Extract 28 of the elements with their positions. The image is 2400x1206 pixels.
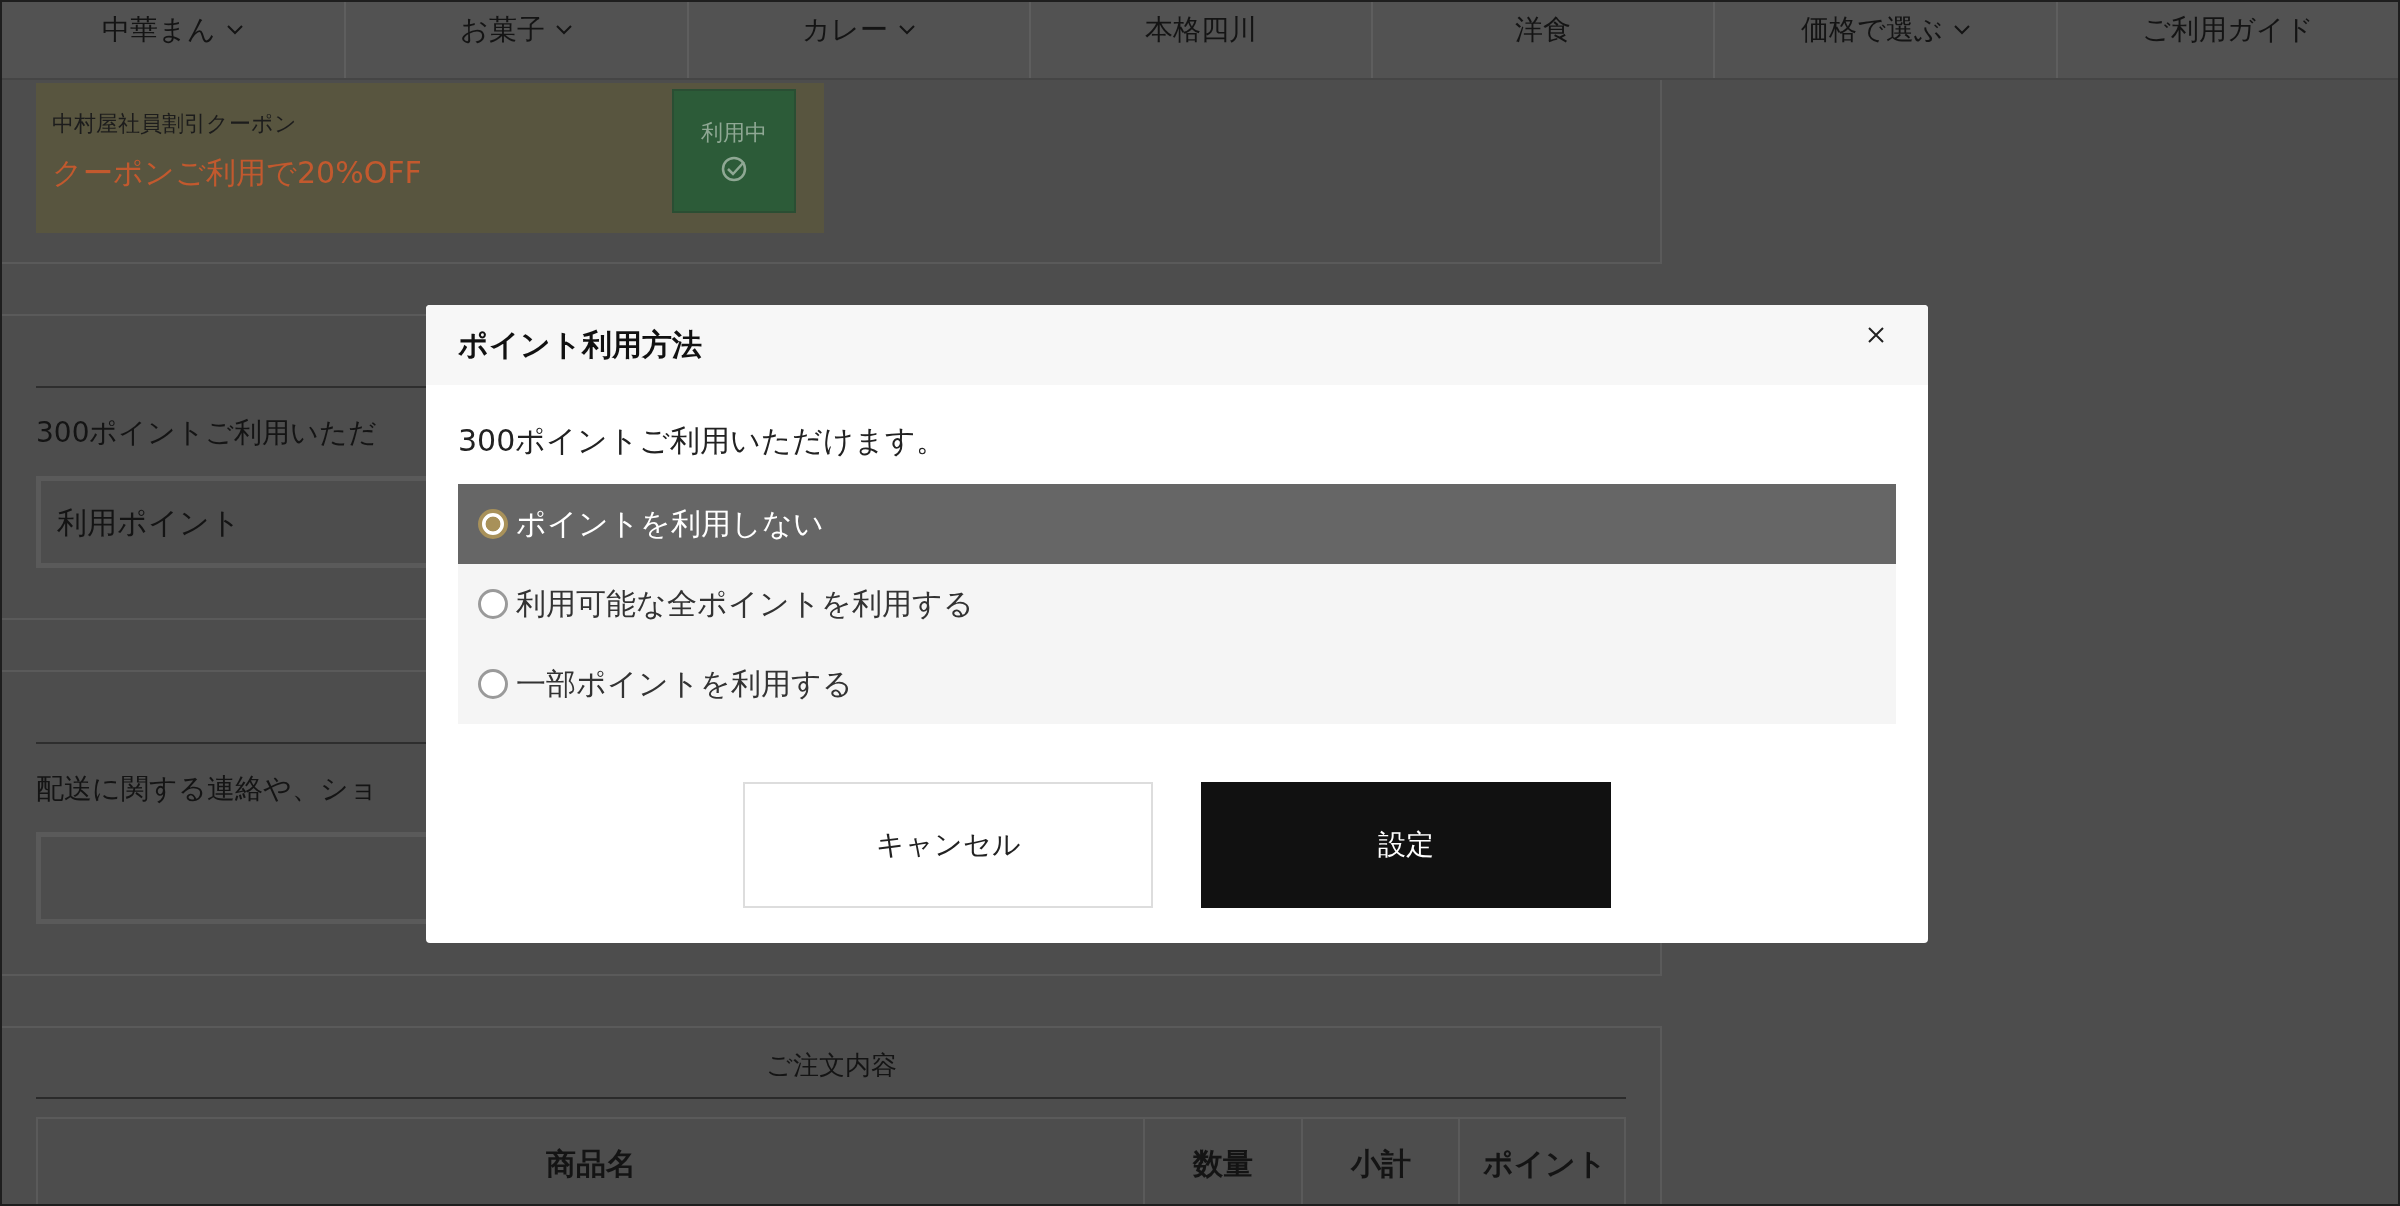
column-header: 商品名 bbox=[544, 1144, 637, 1183]
nav-link[interactable]: ご利用ガイド bbox=[2055, 2, 2398, 78]
nav-link[interactable]: カレー bbox=[686, 2, 1029, 78]
radio-icon bbox=[478, 509, 508, 539]
column-header: ポイント bbox=[1458, 1119, 1630, 1204]
message-note: 配送に関する連絡や、ショ bbox=[36, 771, 378, 807]
nav-link[interactable]: 中華まん bbox=[2, 2, 345, 78]
radio-option[interactable]: 利用可能な全ポイントを利用する bbox=[458, 564, 1896, 644]
dialog-title: ポイント利用方法 bbox=[458, 325, 702, 364]
coupon-name: 中村屋社員割引クーポン bbox=[52, 110, 298, 138]
radio-icon bbox=[478, 669, 508, 699]
column-header: 数量 bbox=[1143, 1119, 1301, 1204]
nav-link[interactable]: 価格で選ぶ bbox=[1713, 2, 2056, 78]
column-header: 小計 bbox=[1301, 1119, 1458, 1204]
confirm-button[interactable]: 設定 bbox=[1201, 782, 1611, 908]
points-note: 300ポイントご利用いただ bbox=[36, 415, 378, 451]
radio-option[interactable]: 一部ポイントを利用する bbox=[458, 644, 1896, 724]
order-title: ご注文内容 bbox=[764, 1049, 898, 1082]
radio-icon bbox=[478, 589, 508, 619]
nav-link[interactable]: お菓子 bbox=[344, 2, 687, 78]
coupon-applied-button[interactable]: 利用中 bbox=[672, 89, 796, 213]
nav-link[interactable]: 洋食 bbox=[1371, 2, 1714, 78]
cancel-button[interactable]: キャンセル bbox=[743, 782, 1153, 908]
coupon-offer: クーポンご利用で20%OFF bbox=[52, 154, 422, 192]
nav-link[interactable]: 本格四川 bbox=[1028, 2, 1372, 78]
radio-option[interactable]: ポイントを利用しない bbox=[458, 484, 1896, 564]
dialog-message: 300ポイントご利用いただけます。 bbox=[458, 422, 948, 460]
close-icon bbox=[1866, 325, 1886, 345]
